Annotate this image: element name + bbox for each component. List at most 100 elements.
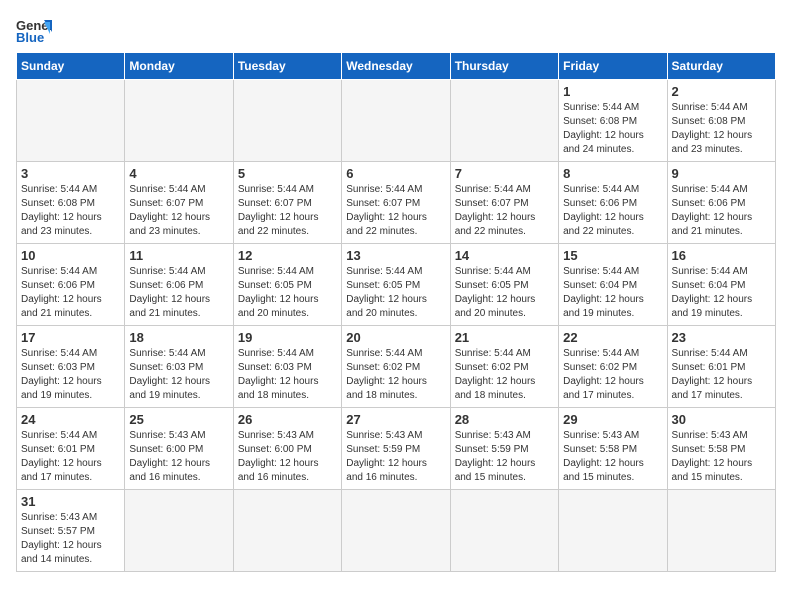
calendar-cell — [233, 80, 341, 162]
calendar-cell — [450, 80, 558, 162]
calendar-cell: 9 Sunrise: 5:44 AM Sunset: 6:06 PM Daylig… — [667, 162, 775, 244]
calendar-cell: 31 Sunrise: 5:43 AM Sunset: 5:57 PM Dayli… — [17, 490, 125, 572]
calendar-cell: 23Sunrise: 5:44 AM Sunset: 6:01 PM Dayli… — [667, 326, 775, 408]
day-info: Sunrise: 5:44 AM Sunset: 6:08 PM Dayligh… — [21, 183, 120, 239]
day-info: Sunrise: 5:44 AM Sunset: 6:07 PM Dayligh… — [346, 183, 445, 239]
day-info: Sunrise: 5:44 AM Sunset: 6:05 PM Dayligh… — [346, 265, 445, 321]
calendar-cell: 28Sunrise: 5:43 AM Sunset: 5:59 PM Dayli… — [450, 408, 558, 490]
calendar-cell: 4Sunrise: 5:44 AM Sunset: 6:07 PM Daylig… — [125, 162, 233, 244]
calendar-cell: 24 Sunrise: 5:44 AM Sunset: 6:01 PM Dayli… — [17, 408, 125, 490]
header: General Blue — [16, 16, 776, 44]
day-info: Sunrise: 5:44 AM Sunset: 6:06 PM Dayligh… — [563, 183, 662, 239]
day-info: Sunrise: 5:44 AM Sunset: 6:07 PM Dayligh… — [455, 183, 554, 239]
calendar-cell — [450, 490, 558, 572]
day-info: Sunrise: 5:43 AM Sunset: 5:58 PM Dayligh… — [563, 429, 662, 485]
day-info: Sunrise: 5:44 AM Sunset: 6:06 PM Dayligh… — [21, 265, 120, 321]
day-info: Sunrise: 5:44 AM Sunset: 6:06 PM Dayligh… — [129, 265, 228, 321]
day-info: Sunrise: 5:44 AM Sunset: 6:02 PM Dayligh… — [455, 347, 554, 403]
calendar-cell: 11 Sunrise: 5:44 AM Sunset: 6:06 PM Dayli… — [125, 244, 233, 326]
calendar-cell: 22Sunrise: 5:44 AM Sunset: 6:02 PM Dayli… — [559, 326, 667, 408]
calendar-table: SundayMondayTuesdayWednesdayThursdayFrid… — [16, 52, 776, 572]
day-info: Sunrise: 5:44 AM Sunset: 6:06 PM Dayligh… — [672, 183, 771, 239]
day-info: Sunrise: 5:44 AM Sunset: 6:07 PM Dayligh… — [238, 183, 337, 239]
day-number: 24 — [21, 412, 120, 427]
calendar-cell: 16 Sunrise: 5:44 AM Sunset: 6:04 PM Dayli… — [667, 244, 775, 326]
calendar-cell: 5 Sunrise: 5:44 AM Sunset: 6:07 PM Daylig… — [233, 162, 341, 244]
calendar-cell: 13 Sunrise: 5:44 AM Sunset: 6:05 PM Dayli… — [342, 244, 450, 326]
col-header-wednesday: Wednesday — [342, 53, 450, 80]
day-number: 10 — [21, 248, 120, 263]
day-info: Sunrise: 5:44 AM Sunset: 6:03 PM Dayligh… — [129, 347, 228, 403]
day-info: Sunrise: 5:44 AM Sunset: 6:05 PM Dayligh… — [455, 265, 554, 321]
calendar-cell: 14 Sunrise: 5:44 AM Sunset: 6:05 PM Dayli… — [450, 244, 558, 326]
svg-text:Blue: Blue — [16, 30, 44, 44]
day-info: Sunrise: 5:43 AM Sunset: 6:00 PM Dayligh… — [129, 429, 228, 485]
calendar-cell: 18Sunrise: 5:44 AM Sunset: 6:03 PM Dayli… — [125, 326, 233, 408]
col-header-friday: Friday — [559, 53, 667, 80]
day-number: 29 — [563, 412, 662, 427]
day-info: Sunrise: 5:43 AM Sunset: 6:00 PM Dayligh… — [238, 429, 337, 485]
calendar-cell — [233, 490, 341, 572]
calendar-cell: 26 Sunrise: 5:43 AM Sunset: 6:00 PM Dayli… — [233, 408, 341, 490]
day-number: 13 — [346, 248, 445, 263]
day-number: 11 — [129, 248, 228, 263]
col-header-saturday: Saturday — [667, 53, 775, 80]
day-number: 1 — [563, 84, 662, 99]
calendar-cell — [125, 80, 233, 162]
calendar-cell: 20Sunrise: 5:44 AM Sunset: 6:02 PM Dayli… — [342, 326, 450, 408]
col-header-tuesday: Tuesday — [233, 53, 341, 80]
day-info: Sunrise: 5:44 AM Sunset: 6:01 PM Dayligh… — [21, 429, 120, 485]
day-number: 2 — [672, 84, 771, 99]
calendar-cell: 29 Sunrise: 5:43 AM Sunset: 5:58 PM Dayli… — [559, 408, 667, 490]
calendar-cell: 27Sunrise: 5:43 AM Sunset: 5:59 PM Dayli… — [342, 408, 450, 490]
day-info: Sunrise: 5:44 AM Sunset: 6:04 PM Dayligh… — [672, 265, 771, 321]
day-number: 12 — [238, 248, 337, 263]
calendar-cell: 17 Sunrise: 5:44 AM Sunset: 6:03 PM Dayli… — [17, 326, 125, 408]
day-number: 14 — [455, 248, 554, 263]
logo: General Blue — [16, 16, 52, 44]
day-number: 17 — [21, 330, 120, 345]
calendar-cell: 25 Sunrise: 5:43 AM Sunset: 6:00 PM Dayli… — [125, 408, 233, 490]
day-info: Sunrise: 5:44 AM Sunset: 6:03 PM Dayligh… — [21, 347, 120, 403]
day-info: Sunrise: 5:44 AM Sunset: 6:08 PM Dayligh… — [672, 101, 771, 157]
day-number: 25 — [129, 412, 228, 427]
day-info: Sunrise: 5:44 AM Sunset: 6:04 PM Dayligh… — [563, 265, 662, 321]
day-number: 16 — [672, 248, 771, 263]
col-header-monday: Monday — [125, 53, 233, 80]
day-number: 20 — [346, 330, 445, 345]
day-info: Sunrise: 5:43 AM Sunset: 5:59 PM Dayligh… — [455, 429, 554, 485]
day-number: 19 — [238, 330, 337, 345]
calendar-cell — [17, 80, 125, 162]
calendar-cell — [667, 490, 775, 572]
calendar-cell — [559, 490, 667, 572]
day-info: Sunrise: 5:43 AM Sunset: 5:57 PM Dayligh… — [21, 511, 120, 567]
day-number: 27 — [346, 412, 445, 427]
logo-svg: General Blue — [16, 16, 52, 44]
day-info: Sunrise: 5:44 AM Sunset: 6:07 PM Dayligh… — [129, 183, 228, 239]
day-info: Sunrise: 5:43 AM Sunset: 5:58 PM Dayligh… — [672, 429, 771, 485]
day-number: 15 — [563, 248, 662, 263]
calendar-cell: 8Sunrise: 5:44 AM Sunset: 6:06 PM Daylig… — [559, 162, 667, 244]
day-number: 26 — [238, 412, 337, 427]
calendar-cell: 6 Sunrise: 5:44 AM Sunset: 6:07 PM Daylig… — [342, 162, 450, 244]
calendar-cell: 3Sunrise: 5:44 AM Sunset: 6:08 PM Daylig… — [17, 162, 125, 244]
calendar-cell: 19 Sunrise: 5:44 AM Sunset: 6:03 PM Dayli… — [233, 326, 341, 408]
calendar-cell: 1 Sunrise: 5:44 AM Sunset: 6:08 PM Daylig… — [559, 80, 667, 162]
calendar-cell — [125, 490, 233, 572]
calendar-cell: 30 Sunrise: 5:43 AM Sunset: 5:58 PM Dayli… — [667, 408, 775, 490]
day-number: 31 — [21, 494, 120, 509]
calendar-cell — [342, 490, 450, 572]
day-number: 6 — [346, 166, 445, 181]
calendar-cell: 7Sunrise: 5:44 AM Sunset: 6:07 PM Daylig… — [450, 162, 558, 244]
calendar-cell: 10 Sunrise: 5:44 AM Sunset: 6:06 PM Dayli… — [17, 244, 125, 326]
day-number: 5 — [238, 166, 337, 181]
day-info: Sunrise: 5:44 AM Sunset: 6:08 PM Dayligh… — [563, 101, 662, 157]
day-info: Sunrise: 5:44 AM Sunset: 6:01 PM Dayligh… — [672, 347, 771, 403]
col-header-thursday: Thursday — [450, 53, 558, 80]
calendar-cell — [342, 80, 450, 162]
day-info: Sunrise: 5:44 AM Sunset: 6:03 PM Dayligh… — [238, 347, 337, 403]
day-number: 30 — [672, 412, 771, 427]
calendar-cell: 15 Sunrise: 5:44 AM Sunset: 6:04 PM Dayli… — [559, 244, 667, 326]
day-number: 9 — [672, 166, 771, 181]
col-header-sunday: Sunday — [17, 53, 125, 80]
